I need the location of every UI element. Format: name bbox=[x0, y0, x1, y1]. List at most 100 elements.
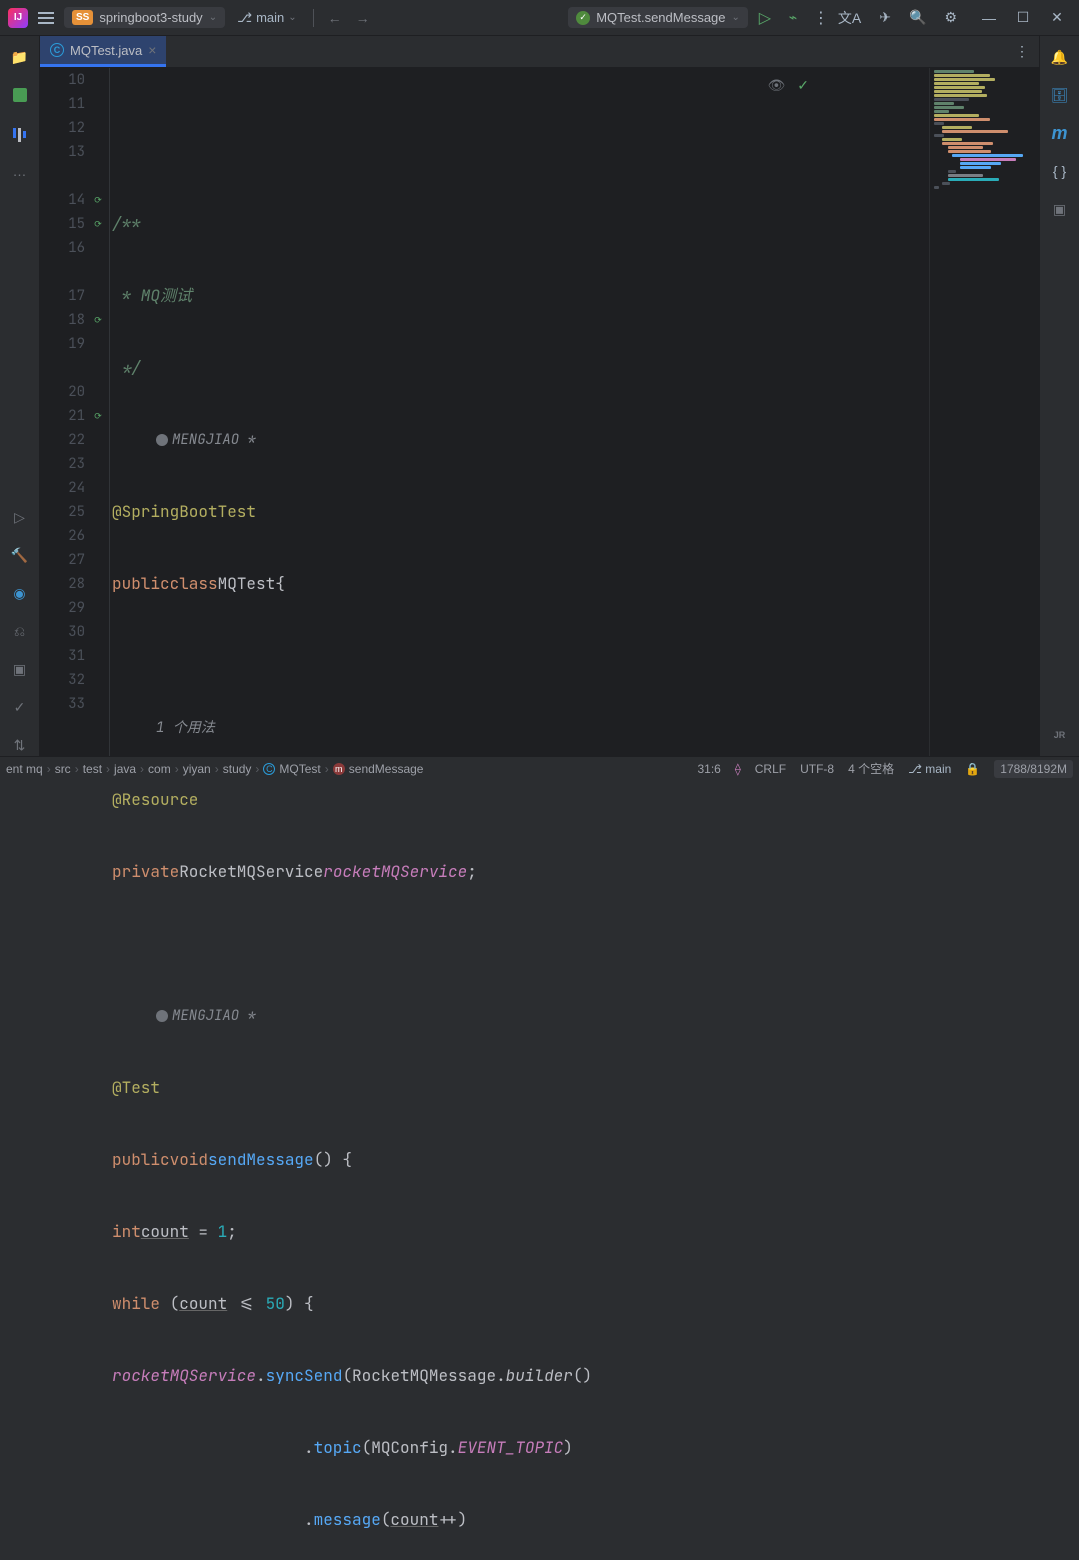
git-push-icon[interactable]: ⇅ bbox=[9, 734, 31, 756]
build-tool-icon[interactable]: 🔨 bbox=[9, 544, 31, 566]
breadcrumb-item[interactable]: study bbox=[223, 762, 252, 776]
main-menu-icon[interactable] bbox=[34, 6, 58, 30]
run-gutter-icon[interactable]: ⟳ bbox=[91, 193, 105, 207]
editor-tab-mqtest[interactable]: C MQTest.java × bbox=[40, 36, 166, 67]
usages-inlay[interactable]: 1 个用法 bbox=[112, 716, 929, 740]
app-icon[interactable]: IJ bbox=[8, 8, 28, 28]
code-with-me-icon[interactable]: ✈ bbox=[879, 9, 891, 26]
breadcrumb-item[interactable]: java bbox=[114, 762, 136, 776]
author-inlay[interactable]: MENGJIAO * bbox=[112, 1004, 929, 1028]
bean-tool-icon[interactable]: { } bbox=[1049, 160, 1071, 182]
line-number: 10 bbox=[40, 68, 109, 92]
notifications-icon[interactable]: 🔔 bbox=[1049, 46, 1071, 68]
more-actions-button[interactable]: ⋮ bbox=[810, 7, 832, 29]
run-config-label: MQTest.sendMessage bbox=[596, 10, 725, 25]
bookmarks-tool-icon[interactable]: ▣ bbox=[1049, 198, 1071, 220]
left-tool-strip: 📁 … ▷ 🔨 ◉ ⎌ ▣ ✓ ⇅ bbox=[0, 36, 40, 756]
run-gutter-icon[interactable]: ⟳ bbox=[91, 409, 105, 423]
code-text: /** bbox=[112, 212, 141, 236]
breadcrumb-item[interactable]: test bbox=[83, 762, 102, 776]
code-text: 测试 bbox=[160, 284, 192, 308]
terminal-tool-icon[interactable]: ▣ bbox=[9, 658, 31, 680]
test-icon: ✓ bbox=[576, 11, 590, 25]
breadcrumb-item[interactable]: msendMessage bbox=[333, 762, 424, 776]
line-number: 22 bbox=[40, 428, 109, 452]
close-tab-button[interactable]: × bbox=[148, 42, 156, 58]
close-button[interactable]: ✕ bbox=[1043, 4, 1071, 32]
redis-tool-icon[interactable] bbox=[9, 84, 31, 106]
more-tool-icon[interactable]: … bbox=[9, 160, 31, 182]
line-number: 19 bbox=[40, 332, 109, 356]
line-number: 12 bbox=[40, 116, 109, 140]
breadcrumb-item[interactable]: yiyan bbox=[183, 762, 211, 776]
code-text: */ bbox=[112, 356, 141, 380]
vcs-branch-selector[interactable]: ⎇ main ⌄ bbox=[231, 7, 303, 29]
problems-tool-icon[interactable]: ✓ bbox=[9, 696, 31, 718]
line-number: 17 bbox=[40, 284, 109, 308]
project-selector[interactable]: SS springboot3-study ⌄ bbox=[64, 7, 225, 28]
class-icon: C bbox=[50, 43, 64, 57]
line-number: 11 bbox=[40, 92, 109, 116]
class-icon: C bbox=[263, 763, 275, 775]
nav-gutter-icon[interactable]: ⟳ bbox=[91, 313, 105, 327]
line-number: 24 bbox=[40, 476, 109, 500]
breadcrumb-item[interactable]: src bbox=[55, 762, 71, 776]
breadcrumb-item[interactable]: ent mq bbox=[6, 762, 43, 776]
editor-tab-bar: C MQTest.java × ⋮ bbox=[40, 36, 1039, 68]
caret-position[interactable]: 31:6 bbox=[697, 762, 720, 776]
structure-tool-icon[interactable] bbox=[9, 122, 31, 144]
indent-setting[interactable]: 4 个空格 bbox=[848, 760, 894, 777]
avatar-icon bbox=[156, 1010, 168, 1022]
line-number: 18⟳ bbox=[40, 308, 109, 332]
author-inlay[interactable]: MENGJIAO * bbox=[112, 428, 929, 452]
code-text: @SpringBootTest bbox=[112, 500, 256, 524]
minimap[interactable] bbox=[929, 68, 1039, 756]
line-number: 31 bbox=[40, 644, 109, 668]
search-icon[interactable]: 🔍 bbox=[909, 9, 926, 26]
run-gutter-icon[interactable]: ⟳ bbox=[91, 217, 105, 231]
chevron-down-icon: ⌄ bbox=[732, 12, 740, 23]
nav-back-button[interactable]: ← bbox=[324, 7, 346, 29]
debug-button[interactable]: ⌁ bbox=[782, 7, 804, 29]
git-tool-icon[interactable]: ⎌ bbox=[9, 620, 31, 642]
line-number: 16 bbox=[40, 236, 109, 260]
settings-icon[interactable]: ⚙ bbox=[944, 9, 957, 26]
services-tool-icon[interactable]: ◉ bbox=[9, 582, 31, 604]
jrebel-icon[interactable]: JR bbox=[1049, 724, 1071, 746]
code-editor[interactable]: 👁 ✓ /** * MQ测试 */ MENGJIAO * @SpringBoot… bbox=[110, 68, 929, 756]
nav-forward-button[interactable]: → bbox=[352, 7, 374, 29]
maximize-button[interactable]: ☐ bbox=[1009, 4, 1037, 32]
breadcrumb-item[interactable]: CMQTest bbox=[263, 762, 320, 776]
project-tool-icon[interactable]: 📁 bbox=[9, 46, 31, 68]
line-number: 29 bbox=[40, 596, 109, 620]
file-encoding[interactable]: UTF-8 bbox=[800, 762, 834, 776]
translate-icon[interactable]: 文A bbox=[838, 8, 861, 28]
run-tool-icon[interactable]: ▷ bbox=[9, 506, 31, 528]
editor-container: 10 11 12 13 14⟳ 15⟳ 16 17 18⟳ 19 20 21⟳ … bbox=[40, 68, 1039, 756]
run-config-selector[interactable]: ✓ MQTest.sendMessage ⌄ bbox=[568, 7, 748, 28]
gutter[interactable]: 10 11 12 13 14⟳ 15⟳ 16 17 18⟳ 19 20 21⟳ … bbox=[40, 68, 110, 756]
reader-mode-icon[interactable]: 👁 bbox=[767, 74, 785, 98]
line-number: 14⟳ bbox=[40, 188, 109, 212]
line-number: 15⟳ bbox=[40, 212, 109, 236]
tab-filename-label: MQTest.java bbox=[70, 43, 142, 58]
maven-tool-icon[interactable]: m bbox=[1049, 122, 1071, 144]
inspection-ok-icon[interactable]: ✓ bbox=[797, 74, 809, 98]
line-number: 26 bbox=[40, 524, 109, 548]
database-tool-icon[interactable]: 🗄 bbox=[1049, 84, 1071, 106]
run-button[interactable]: ▷ bbox=[754, 7, 776, 29]
method-icon: m bbox=[333, 763, 345, 775]
status-branch[interactable]: ⎇ main bbox=[908, 762, 951, 776]
line-number: 21⟳ bbox=[40, 404, 109, 428]
tab-more-button[interactable]: ⋮ bbox=[1015, 43, 1039, 60]
lock-icon[interactable]: 🔒 bbox=[965, 762, 980, 776]
breadcrumb-item[interactable]: com bbox=[148, 762, 171, 776]
project-name-label: springboot3-study bbox=[99, 10, 202, 25]
ai-icon[interactable]: ⟠ bbox=[735, 762, 741, 776]
branch-icon: ⎇ bbox=[237, 10, 252, 26]
memory-indicator[interactable]: 1788/8192M bbox=[994, 760, 1073, 778]
line-number: 28 bbox=[40, 572, 109, 596]
line-separator[interactable]: CRLF bbox=[755, 762, 786, 776]
minimize-button[interactable]: — bbox=[975, 4, 1003, 32]
line-number: 13 bbox=[40, 140, 109, 164]
